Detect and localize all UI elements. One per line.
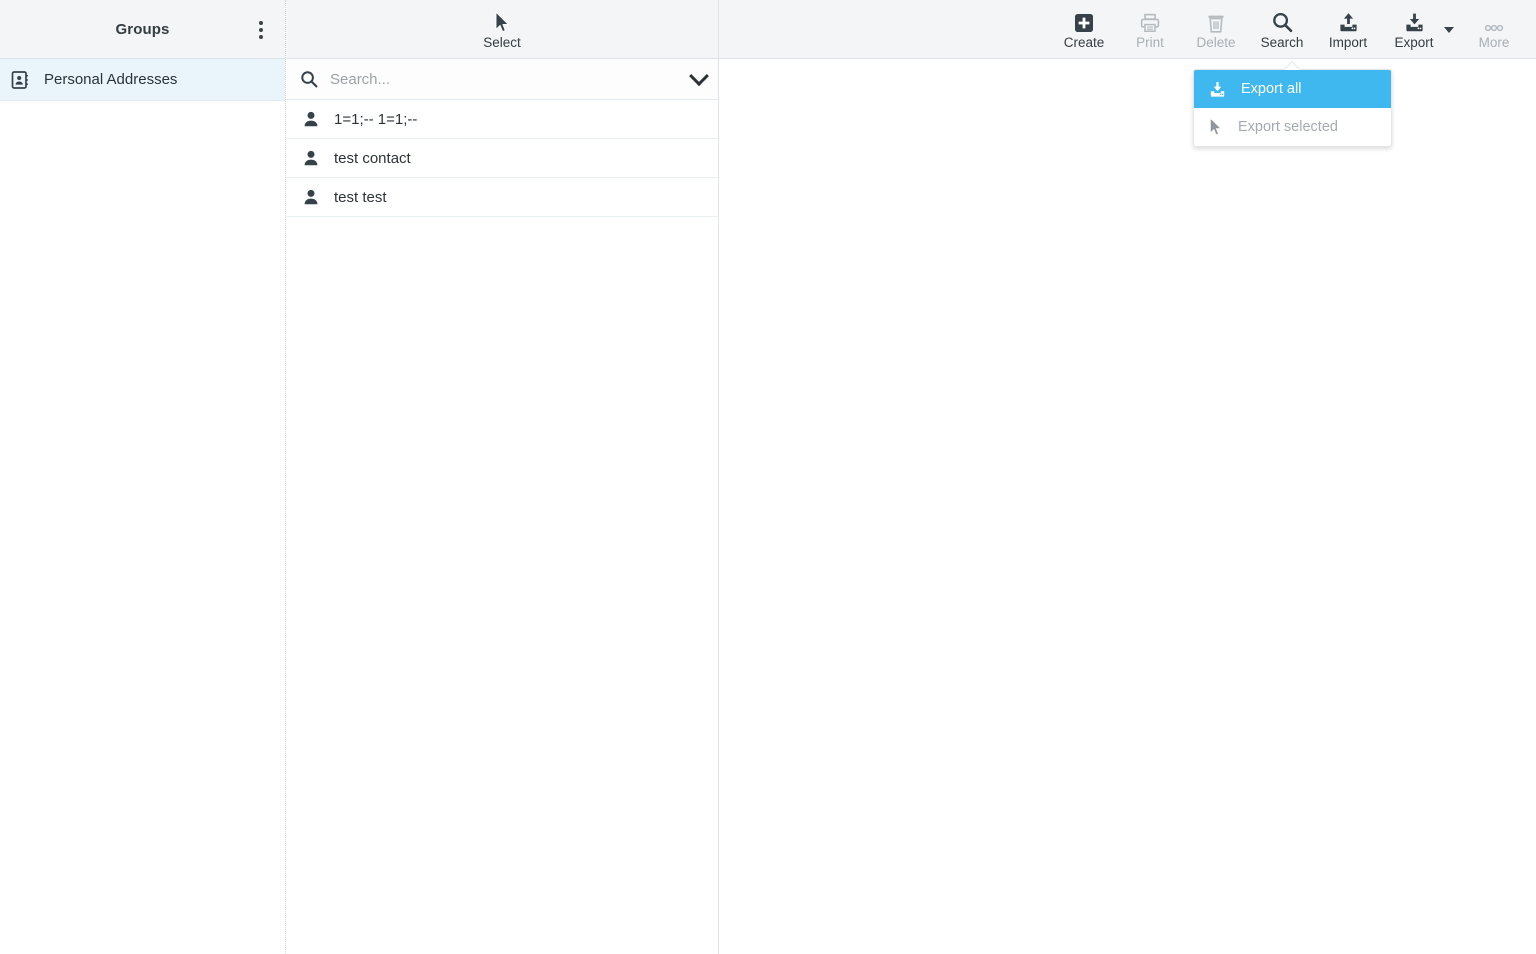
contacts-panel: Select 1=1;-- 1=1;-- <box>286 0 719 954</box>
export-menu-caret <box>1283 61 1301 70</box>
kebab-dot <box>259 35 263 39</box>
export-dropdown-caret-icon[interactable] <box>1444 27 1454 33</box>
menu-item-label: Export all <box>1241 81 1301 97</box>
delete-button[interactable]: Delete <box>1190 7 1242 51</box>
contacts-header: Select <box>286 0 718 59</box>
kebab-menu-icon[interactable] <box>245 0 277 59</box>
cursor-arrow-icon <box>1208 117 1224 137</box>
contact-list: 1=1;-- 1=1;-- test contact <box>286 100 718 217</box>
menu-item-export-selected[interactable]: Export selected <box>1194 108 1391 146</box>
address-book-icon <box>10 70 30 90</box>
magnifier-icon <box>1271 9 1294 34</box>
search-button[interactable]: Search <box>1256 7 1308 51</box>
chevron-down-icon[interactable] <box>689 66 709 86</box>
plus-square-icon <box>1073 9 1095 34</box>
list-item[interactable]: test test <box>286 178 718 217</box>
menu-item-export-all[interactable]: Export all <box>1194 70 1391 108</box>
delete-button-label: Delete <box>1196 35 1235 51</box>
select-button-label: Select <box>483 35 521 51</box>
kebab-dot <box>259 21 263 25</box>
printer-icon <box>1139 9 1161 34</box>
groups-header: Groups <box>0 0 285 59</box>
person-icon <box>302 110 320 128</box>
more-button-label: More <box>1479 35 1510 51</box>
detail-toolbar: Create Print <box>719 0 1536 59</box>
create-button-label: Create <box>1064 35 1105 51</box>
sidebar-item-label: Personal Addresses <box>44 71 177 88</box>
list-item[interactable]: test contact <box>286 139 718 178</box>
more-button[interactable]: More <box>1468 7 1520 51</box>
kebab-dot <box>259 28 263 32</box>
search-icon <box>300 70 318 88</box>
export-button[interactable]: Export <box>1388 7 1440 51</box>
detail-panel: Create Print <box>719 0 1536 954</box>
person-icon <box>302 188 320 206</box>
download-tray-icon <box>1403 9 1426 34</box>
contact-name: test test <box>334 189 387 206</box>
download-tray-icon <box>1208 80 1227 99</box>
export-control: Export <box>1388 7 1454 51</box>
print-button-label: Print <box>1136 35 1164 51</box>
search-bar[interactable] <box>286 59 718 100</box>
address-book-app: Groups Personal Addresses <box>0 0 1536 954</box>
ellipsis-icon <box>1482 9 1506 34</box>
select-button[interactable]: Select <box>473 7 531 51</box>
cursor-arrow-icon <box>494 9 511 34</box>
import-button[interactable]: Import <box>1322 7 1374 51</box>
list-item[interactable]: 1=1;-- 1=1;-- <box>286 100 718 139</box>
menu-item-label: Export selected <box>1238 119 1338 135</box>
search-button-label: Search <box>1261 35 1304 51</box>
contact-name: test contact <box>334 150 411 167</box>
person-icon <box>302 149 320 167</box>
groups-panel: Groups Personal Addresses <box>0 0 286 954</box>
print-button[interactable]: Print <box>1124 7 1176 51</box>
export-dropdown-menu: Export all Export selected <box>1193 69 1392 147</box>
sidebar-item-personal-addresses[interactable]: Personal Addresses <box>0 59 285 101</box>
export-button-label: Export <box>1394 35 1433 51</box>
import-button-label: Import <box>1329 35 1367 51</box>
trash-icon <box>1205 9 1227 34</box>
contact-name: 1=1;-- 1=1;-- <box>334 111 417 128</box>
groups-title: Groups <box>116 21 170 38</box>
search-input[interactable] <box>330 71 680 88</box>
upload-tray-icon <box>1337 9 1360 34</box>
create-button[interactable]: Create <box>1058 7 1110 51</box>
